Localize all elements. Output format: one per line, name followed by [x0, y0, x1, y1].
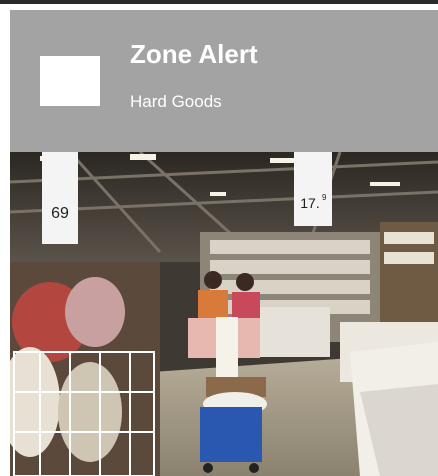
store-photo-image: 69 17. 9	[10, 152, 438, 476]
store-photo: 69 17. 9	[10, 152, 438, 476]
top-edge-bar	[0, 0, 438, 4]
zone-alert-card[interactable]: Zone Alert Hard Goods 69 17. 9	[10, 10, 438, 476]
alert-title: Zone Alert	[130, 39, 258, 69]
price-sign-left: 69	[42, 152, 78, 244]
screen: Zone Alert Hard Goods 69 17. 9	[0, 0, 438, 476]
svg-text:9: 9	[322, 193, 327, 202]
alert-subtitle: Hard Goods	[130, 92, 222, 111]
svg-text:69: 69	[51, 205, 69, 222]
svg-text:17.: 17.	[300, 195, 319, 211]
price-sign-right: 17. 9	[294, 152, 332, 226]
alert-header: Zone Alert Hard Goods	[10, 10, 438, 152]
zone-thumbnail	[40, 56, 100, 106]
